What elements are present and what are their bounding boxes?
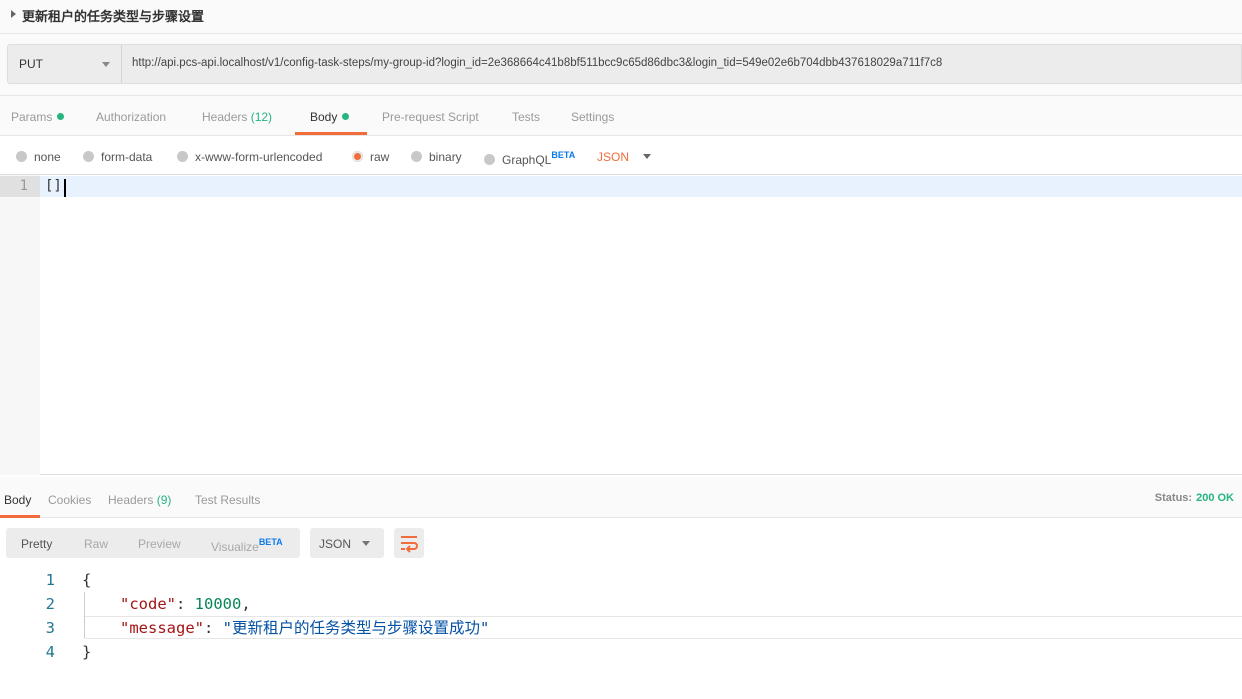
language-value: JSON [597, 150, 630, 164]
beta-badge: BETA [258, 537, 283, 547]
radio-label: binary [429, 150, 462, 164]
view-label: Visualize [211, 540, 259, 554]
tab-params[interactable]: Params [11, 110, 65, 124]
separator: : [204, 619, 223, 637]
status-dot-icon [342, 113, 350, 120]
view-preview[interactable]: Preview [138, 537, 181, 551]
chevron-down-icon [362, 541, 370, 546]
radio-label: x-www-form-urlencoded [195, 150, 323, 164]
tab-test-results[interactable]: Test Results [195, 493, 260, 507]
status-dot-icon [57, 113, 65, 120]
json-value: 10000 [194, 595, 242, 613]
language-select[interactable]: JSON [597, 150, 652, 164]
response-body[interactable]: 1{ 2 "code": 10000, 3 "message": "更新租户的任务类… [0, 568, 1242, 678]
response-status: Status: 200 OK [1155, 492, 1234, 504]
radio-label: form-data [101, 150, 153, 164]
line-number: 2 [45, 595, 55, 613]
tab-label: Headers [108, 493, 154, 507]
tab-settings[interactable]: Settings [571, 110, 614, 124]
tab-tests[interactable]: Tests [512, 110, 540, 124]
url-value: http://api.pcs-api.localhost/v1/config-t… [132, 57, 943, 69]
editor-gutter [0, 175, 40, 475]
separator: : [176, 595, 195, 613]
tab-cookies[interactable]: Cookies [48, 493, 91, 507]
radio-binary[interactable]: binary [411, 150, 462, 164]
response-tabs: Body Cookies Headers (9) Test Results St… [0, 477, 1242, 518]
response-line: 1{ [0, 568, 1242, 592]
tab-prerequest-script[interactable]: Pre-request Script [382, 110, 479, 124]
chevron-down-icon [643, 154, 652, 159]
tab-response-body[interactable]: Body [4, 493, 31, 507]
comma: , [241, 595, 251, 613]
tab-authorization[interactable]: Authorization [96, 110, 166, 124]
radio-none[interactable]: none [16, 150, 61, 164]
active-tab-underline [295, 132, 367, 135]
response-format-select[interactable]: JSON [310, 528, 384, 558]
json-key: "message" [120, 619, 204, 637]
view-raw[interactable]: Raw [84, 537, 108, 551]
brace: } [82, 643, 92, 661]
view-pretty[interactable]: Pretty [21, 537, 52, 551]
request-bar: PUT http://api.pcs-api.localhost/v1/conf… [0, 34, 1242, 96]
tab-body[interactable]: Body [310, 110, 350, 124]
radio-raw[interactable]: raw [352, 150, 389, 164]
text-cursor [64, 179, 66, 197]
body-editor[interactable]: 1 [] [0, 175, 1242, 475]
radio-label: GraphQL [502, 153, 552, 167]
brace: { [82, 571, 92, 589]
json-key: "code" [120, 595, 176, 613]
tab-label: Params [11, 110, 53, 124]
request-title[interactable]: 更新租户的任务类型与步骤设置 [22, 6, 204, 25]
format-value: JSON [319, 537, 352, 551]
radio-label: raw [370, 150, 390, 164]
wrap-icon [401, 536, 418, 553]
line-number: 1 [0, 176, 40, 197]
response-line: 2 "code": 10000, [0, 592, 1242, 616]
headers-count: (12) [250, 110, 273, 124]
response-view-toggle: Pretty Raw Preview VisualizeBETA [6, 528, 300, 558]
radio-graphql[interactable]: GraphQLBETA [484, 150, 575, 167]
status-label: Status: [1154, 492, 1193, 504]
line-number: 1 [45, 571, 55, 589]
method-select[interactable]: PUT [7, 44, 122, 84]
body-type-selector: none form-data x-www-form-urlencoded raw… [0, 136, 1242, 175]
line-number: 3 [45, 619, 55, 637]
tab-headers[interactable]: Headers (12) [202, 110, 272, 124]
tab-label: Body [310, 110, 338, 124]
url-input[interactable]: http://api.pcs-api.localhost/v1/config-t… [122, 44, 1242, 84]
response-line: 3 "message": "更新租户的任务类型与步骤设置成功" [0, 616, 1242, 640]
radio-label: none [34, 150, 61, 164]
radio-form-data[interactable]: form-data [83, 150, 152, 164]
request-title-bar: 更新租户的任务类型与步骤设置 [0, 0, 1242, 34]
editor-line[interactable]: 1 [] [0, 176, 1242, 197]
status-value: 200 OK [1196, 492, 1234, 504]
wrap-lines-button[interactable] [394, 528, 424, 558]
headers-count: (9) [156, 493, 172, 507]
radio-urlencoded[interactable]: x-www-form-urlencoded [177, 150, 322, 164]
line-content: [] [45, 178, 62, 194]
tab-label: Headers [202, 110, 248, 124]
expand-triangle-icon[interactable] [11, 10, 16, 18]
response-line: 4} [0, 640, 1242, 664]
chevron-down-icon [102, 62, 110, 67]
tab-response-headers[interactable]: Headers (9) [108, 493, 171, 507]
json-value: "更新租户的任务类型与步骤设置成功" [222, 619, 490, 637]
line-number: 4 [45, 643, 55, 661]
request-tabs: Params Authorization Headers (12) Body P… [0, 96, 1242, 136]
active-tab-underline [0, 515, 40, 518]
method-value: PUT [19, 57, 43, 71]
view-visualize[interactable]: VisualizeBETA [211, 537, 283, 554]
beta-badge: BETA [551, 150, 576, 160]
